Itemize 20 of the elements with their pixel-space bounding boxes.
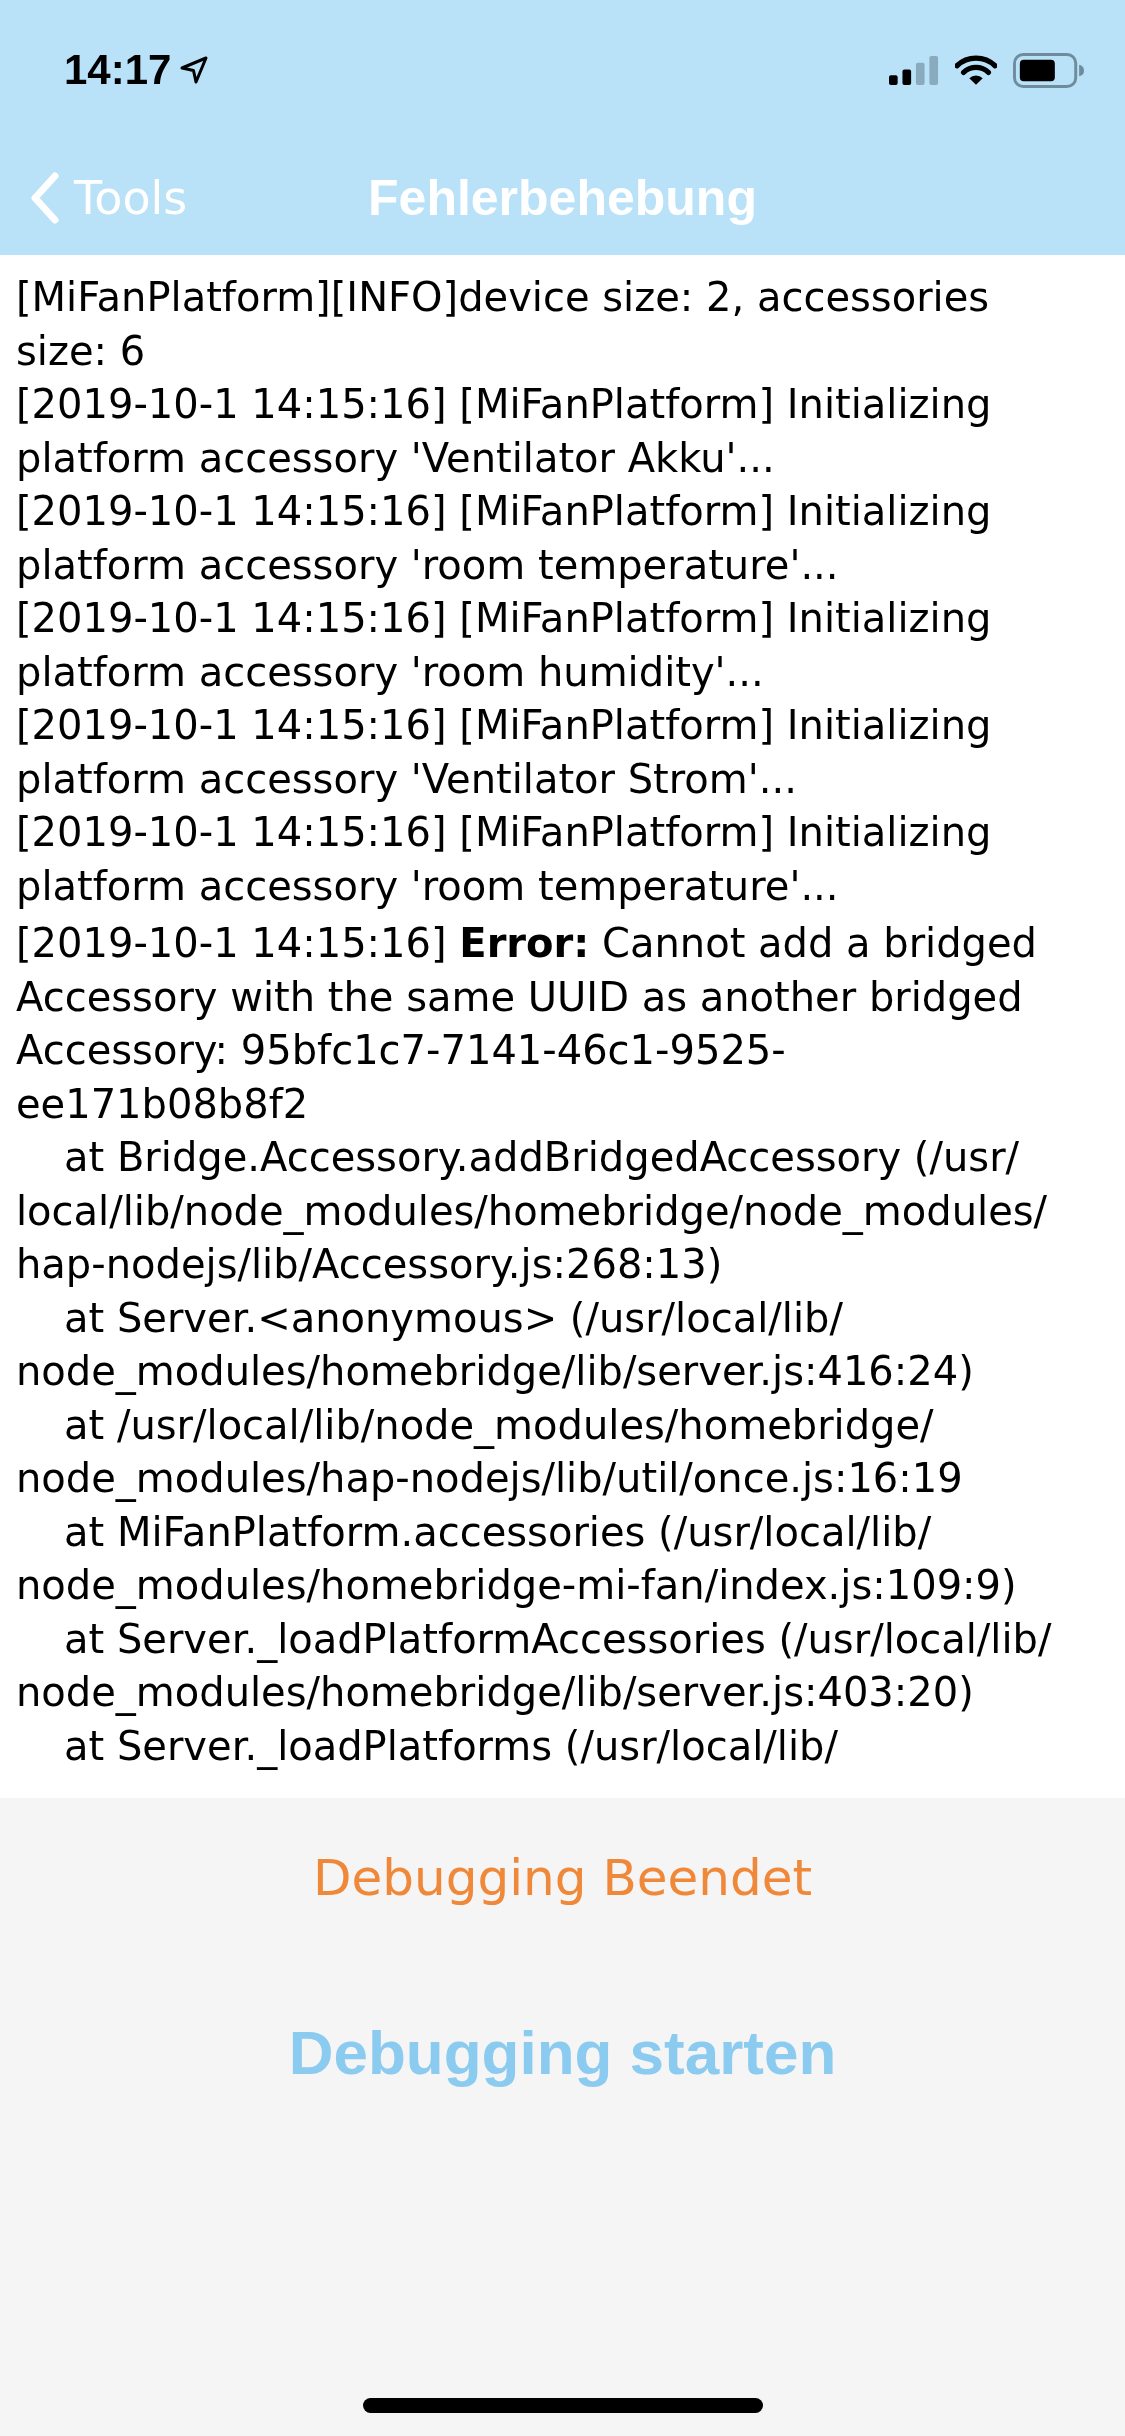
- log-line: [2019-10-1 14:15:16] [MiFanPlatform] Initializing platform accessory 'room humidity'...: [16, 594, 993, 697]
- battery-icon: [1013, 52, 1085, 88]
- back-button[interactable]: Tools: [0, 170, 188, 225]
- stack-trace-line: at MiFanPlatform.accessories (/usr/local/lib/node_modules/homebridge-mi-fan/index.js:109:9): [16, 1507, 1018, 1611]
- wifi-icon: [955, 54, 997, 86]
- log-line: [MiFanPlatform][INFO]device size: 2, accessories size: 6: [16, 273, 991, 376]
- stack-trace-line: at Server._loadPlatformAccessories (/usr/local/lib/node_modules/homebridge/lib/server.js:403:20): [16, 1614, 1053, 1718]
- stack-trace-line: at Bridge.Accessory.addBridgedAccessory (/usr/local/lib/node_modules/homebridge/node_modules/hap-nodejs/lib/Accessory.js:268:13): [16, 1133, 1049, 1289]
- log-line: [2019-10-1 14:15:16] [MiFanPlatform] Initializing platform accessory 'room temperature'...: [16, 808, 993, 911]
- log-line: [2019-10-1 14:15:16] [MiFanPlatform] Initializing platform accessory 'room temperature'...: [16, 487, 993, 590]
- status-time: 14:17: [64, 46, 172, 94]
- chevron-left-icon: [30, 171, 60, 224]
- log-line: [2019-10-1 14:15:16] [MiFanPlatform] Initializing platform accessory 'Ventilator Akku'...: [16, 380, 993, 483]
- nav-title: Fehlerbehebung: [368, 168, 757, 227]
- signal-icon: [889, 55, 939, 85]
- stack-trace-line: at Server._loadPlatforms (/usr/local/lib/: [63, 1721, 839, 1772]
- end-debugging-button[interactable]: Debugging Beendet: [293, 1828, 832, 1928]
- location-arrow-icon: [179, 55, 210, 85]
- log-line: [2019-10-1 14:15:16] [MiFanPlatform] Initializing platform accessory 'Ventilator Strom'...: [16, 701, 993, 804]
- stack-trace-line: at Server.<anonymous> (/usr/local/lib/node_modules/homebridge/lib/server.js:416:24): [16, 1293, 975, 1397]
